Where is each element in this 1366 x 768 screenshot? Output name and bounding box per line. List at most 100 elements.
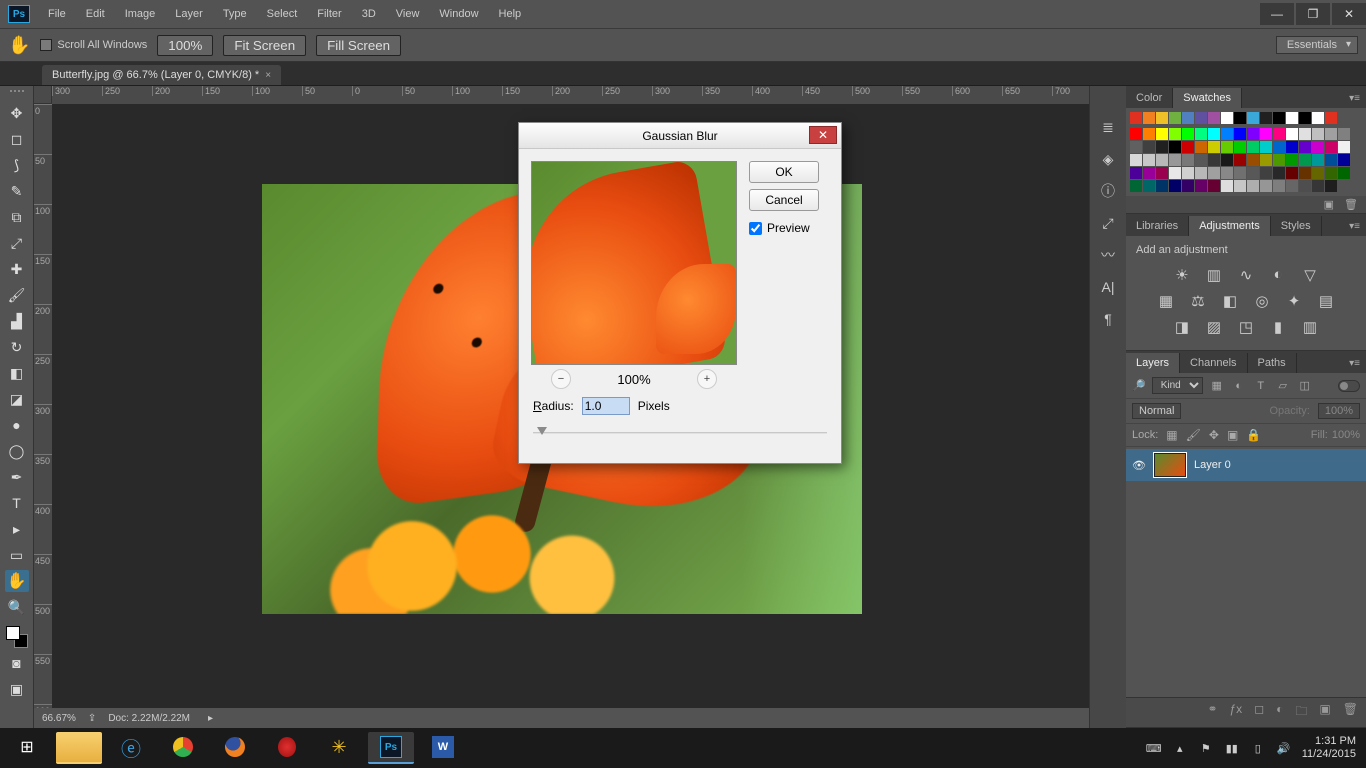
new-swatch-icon[interactable]: ▣: [1324, 198, 1334, 211]
adj-selective-color-icon[interactable]: ▥: [1301, 318, 1319, 336]
swatch[interactable]: [1312, 141, 1324, 153]
swatch[interactable]: [1312, 154, 1324, 166]
tab-layers[interactable]: Layers: [1126, 353, 1180, 373]
swatch[interactable]: [1325, 141, 1337, 153]
swatch[interactable]: [1169, 154, 1181, 166]
swatch[interactable]: [1169, 167, 1181, 179]
swatch[interactable]: [1312, 112, 1324, 124]
adj-hue-icon[interactable]: ▦: [1157, 292, 1175, 310]
swatch[interactable]: [1195, 154, 1207, 166]
zoom-tool[interactable]: 🔍: [5, 596, 29, 618]
swatch[interactable]: [1299, 167, 1311, 179]
swatch[interactable]: [1247, 141, 1259, 153]
path-select-tool[interactable]: ▸: [5, 518, 29, 540]
swatch[interactable]: [1208, 167, 1220, 179]
menu-image[interactable]: Image: [115, 0, 166, 28]
preview-checkbox[interactable]: Preview: [749, 221, 829, 235]
link-layers-icon[interactable]: ⚭: [1207, 702, 1217, 723]
preview-zoom-in-icon[interactable]: +: [697, 369, 717, 389]
swatch[interactable]: [1234, 112, 1246, 124]
swatch[interactable]: [1299, 112, 1311, 124]
visibility-eye-icon[interactable]: 👁: [1132, 459, 1146, 472]
swatch[interactable]: [1195, 112, 1207, 124]
tray-clock[interactable]: 1:31 PM 11/24/2015: [1302, 735, 1362, 761]
navigator-panel-icon[interactable]: ⤢: [1097, 212, 1119, 234]
fit-screen-button[interactable]: Fit Screen: [223, 35, 306, 56]
quick-mask-button[interactable]: ◙: [5, 652, 29, 674]
type-tool[interactable]: T: [5, 492, 29, 514]
adj-gradient-map-icon[interactable]: ▮: [1269, 318, 1287, 336]
swatch[interactable]: [1195, 180, 1207, 192]
hand-tool[interactable]: ✋: [5, 570, 29, 592]
zoom-percent-button[interactable]: 100%: [157, 35, 213, 56]
delete-swatch-icon[interactable]: 🗑: [1344, 198, 1358, 211]
new-adj-layer-icon[interactable]: ◐: [1276, 702, 1283, 723]
swatch[interactable]: [1247, 128, 1259, 140]
swatch[interactable]: [1325, 128, 1337, 140]
swatch[interactable]: [1260, 154, 1272, 166]
swatch[interactable]: [1169, 141, 1181, 153]
menu-select[interactable]: Select: [257, 0, 308, 28]
keyboard-tray-icon[interactable]: ⌨: [1146, 740, 1162, 756]
swatch[interactable]: [1156, 128, 1168, 140]
swatch[interactable]: [1169, 180, 1181, 192]
start-button[interactable]: ⊞: [4, 732, 50, 764]
swatch[interactable]: [1234, 141, 1246, 153]
swatch[interactable]: [1234, 180, 1246, 192]
ok-button[interactable]: OK: [749, 161, 819, 183]
history-panel-icon[interactable]: ≣: [1097, 116, 1119, 138]
properties-panel-icon[interactable]: ◈: [1097, 148, 1119, 170]
swatch[interactable]: [1299, 141, 1311, 153]
blend-mode-select[interactable]: Normal: [1132, 403, 1181, 419]
menu-layer[interactable]: Layer: [165, 0, 213, 28]
swatch[interactable]: [1221, 180, 1233, 192]
swatch[interactable]: [1130, 128, 1142, 140]
close-button[interactable]: ✕: [1332, 3, 1366, 25]
swatch[interactable]: [1260, 128, 1272, 140]
dialog-preview-thumbnail[interactable]: [531, 161, 737, 365]
swatch[interactable]: [1338, 141, 1350, 153]
tab-libraries[interactable]: Libraries: [1126, 216, 1189, 236]
radius-slider[interactable]: [533, 425, 827, 441]
swatch[interactable]: [1208, 180, 1220, 192]
lock-position-icon[interactable]: ✥: [1209, 428, 1219, 442]
swatch[interactable]: [1208, 141, 1220, 153]
adj-threshold-icon[interactable]: ◳: [1237, 318, 1255, 336]
tools-grip[interactable]: [3, 90, 31, 98]
swatch[interactable]: [1338, 154, 1350, 166]
swatch[interactable]: [1325, 112, 1337, 124]
swatch[interactable]: [1247, 167, 1259, 179]
swatch[interactable]: [1182, 112, 1194, 124]
filter-pixel-icon[interactable]: ▦: [1209, 378, 1225, 394]
swatch[interactable]: [1182, 141, 1194, 153]
swatch[interactable]: [1195, 128, 1207, 140]
adj-posterize-icon[interactable]: ▨: [1205, 318, 1223, 336]
new-layer-icon[interactable]: ▣: [1319, 702, 1330, 723]
swatch[interactable]: [1182, 167, 1194, 179]
tray-overflow-icon[interactable]: ▴: [1172, 740, 1188, 756]
adj-brightness-icon[interactable]: ☀: [1173, 266, 1191, 284]
fill-field[interactable]: 100%: [1332, 429, 1360, 441]
menu-view[interactable]: View: [386, 0, 430, 28]
adj-curves-icon[interactable]: ∿: [1237, 266, 1255, 284]
adj-channel-mixer-icon[interactable]: ✦: [1285, 292, 1303, 310]
scroll-all-windows-checkbox[interactable]: Scroll All Windows: [40, 39, 147, 51]
network-tray-icon[interactable]: ▮▮: [1224, 740, 1240, 756]
swatch[interactable]: [1182, 154, 1194, 166]
swatch[interactable]: [1234, 154, 1246, 166]
swatch[interactable]: [1273, 154, 1285, 166]
menu-window[interactable]: Window: [429, 0, 488, 28]
swatch[interactable]: [1325, 167, 1337, 179]
file-explorer-icon[interactable]: [56, 732, 102, 764]
swatch[interactable]: [1247, 180, 1259, 192]
swatch[interactable]: [1221, 167, 1233, 179]
swatch[interactable]: [1143, 112, 1155, 124]
swatch[interactable]: [1312, 167, 1324, 179]
swatch[interactable]: [1312, 180, 1324, 192]
filter-shape-icon[interactable]: ▱: [1275, 378, 1291, 394]
zoom-readout[interactable]: 66.67%: [42, 713, 76, 724]
menu-edit[interactable]: Edit: [76, 0, 115, 28]
swatch[interactable]: [1143, 167, 1155, 179]
swatch[interactable]: [1208, 112, 1220, 124]
swatch[interactable]: [1130, 141, 1142, 153]
